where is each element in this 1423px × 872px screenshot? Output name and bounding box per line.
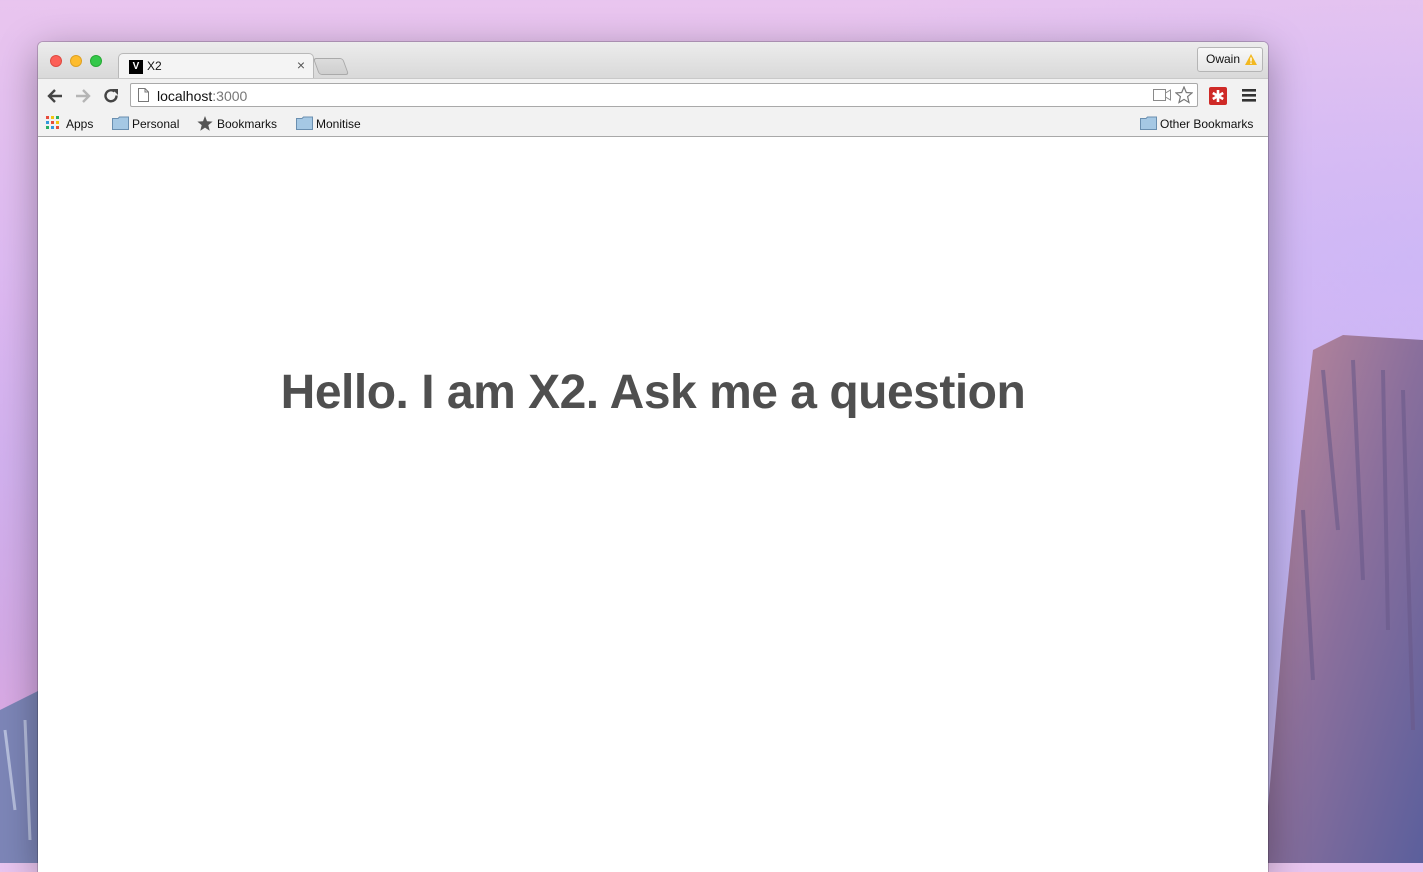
bookmark-label: Personal bbox=[132, 117, 180, 131]
bookmark-personal[interactable]: Personal bbox=[112, 116, 186, 132]
url-host: localhost bbox=[157, 88, 213, 104]
navigation-toolbar: localhost:3000 bbox=[38, 78, 1268, 113]
back-arrow-icon[interactable] bbox=[46, 87, 64, 105]
star-icon bbox=[197, 116, 213, 131]
bookmark-apps[interactable]: Apps bbox=[46, 116, 106, 132]
tab-x2[interactable]: V X2 × bbox=[118, 53, 314, 80]
url-text: localhost:3000 bbox=[157, 88, 247, 104]
folder-icon bbox=[112, 116, 129, 130]
folder-icon bbox=[296, 116, 313, 130]
tab-favicon-icon: V bbox=[129, 60, 143, 74]
bookmark-label: Bookmarks bbox=[217, 117, 278, 131]
forward-arrow-icon[interactable] bbox=[74, 87, 92, 105]
title-bar: V X2 × Owain bbox=[38, 42, 1268, 80]
profile-name: Owain bbox=[1206, 52, 1241, 66]
bookmark-label: Apps bbox=[66, 117, 94, 131]
folder-icon bbox=[1140, 116, 1157, 130]
bookmark-monitise[interactable]: Monitise bbox=[296, 116, 370, 132]
minimize-window-button[interactable] bbox=[70, 55, 82, 67]
bookmark-label: Monitise bbox=[316, 117, 361, 131]
profile-button[interactable]: Owain bbox=[1197, 47, 1263, 72]
apps-grid-icon bbox=[46, 116, 59, 129]
bookmark-bookmarks[interactable]: Bookmarks bbox=[197, 116, 287, 132]
menu-icon[interactable] bbox=[1242, 89, 1256, 102]
tab-title: X2 bbox=[147, 59, 162, 73]
address-bar[interactable]: localhost:3000 bbox=[130, 83, 1198, 107]
star-icon[interactable] bbox=[1175, 86, 1193, 104]
bookmarks-bar: Apps Personal Bookmarks Monitise Other B… bbox=[38, 112, 1268, 137]
new-tab-button[interactable] bbox=[312, 58, 350, 75]
reload-icon[interactable] bbox=[102, 87, 120, 105]
tab-close-icon[interactable]: × bbox=[297, 57, 305, 73]
camera-icon[interactable] bbox=[1153, 89, 1171, 101]
warning-icon bbox=[1245, 54, 1257, 65]
maximize-window-button[interactable] bbox=[90, 55, 102, 67]
browser-window: V X2 × Owain localhost:3000 Apps Persona… bbox=[38, 42, 1268, 872]
page-headline: Hello. I am X2. Ask me a question bbox=[280, 366, 1026, 419]
url-port: :3000 bbox=[212, 88, 248, 104]
desktop-rock-image bbox=[0, 690, 40, 863]
page-content: Hello. I am X2. Ask me a question bbox=[38, 137, 1268, 872]
desktop-cliff-image bbox=[1263, 335, 1423, 863]
close-window-button[interactable] bbox=[50, 55, 62, 67]
page-icon bbox=[138, 88, 149, 102]
bookmark-label: Other Bookmarks bbox=[1160, 117, 1254, 131]
lastpass-icon[interactable] bbox=[1209, 87, 1227, 105]
bookmark-other-bookmarks[interactable]: Other Bookmarks bbox=[1140, 116, 1262, 132]
